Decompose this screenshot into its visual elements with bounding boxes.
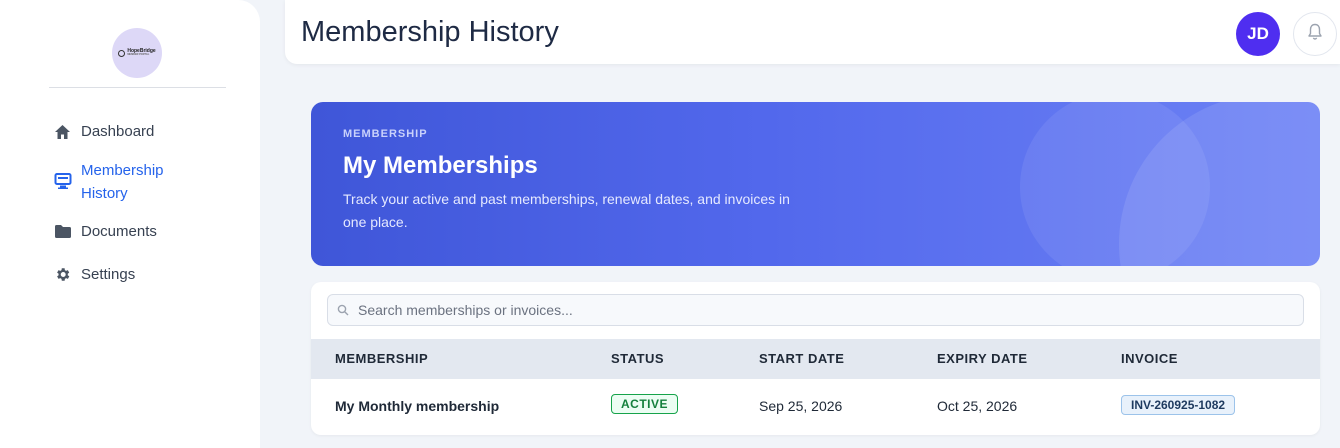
search-box — [327, 294, 1304, 326]
gear-icon — [53, 265, 72, 284]
membership-hero-banner: MEMBERSHIP My Memberships Track your act… — [311, 102, 1320, 266]
column-header-start-date[interactable]: START DATE — [759, 351, 844, 366]
search-icon — [328, 304, 358, 316]
sidebar-item-label: Settings — [81, 266, 136, 283]
status-badge: ACTIVE — [611, 394, 679, 414]
notifications-button[interactable] — [1293, 12, 1337, 56]
sidebar-divider — [49, 87, 226, 88]
page-title: Membership History — [301, 16, 559, 48]
folder-icon — [53, 222, 72, 241]
home-icon — [53, 122, 72, 141]
sidebar-item-label: Documents — [81, 223, 157, 240]
column-header-invoice[interactable]: INVOICE — [1121, 351, 1178, 366]
start-date: Sep 25, 2026 — [759, 398, 843, 414]
top-header: Membership History JD — [285, 0, 1340, 64]
membership-name: My Monthly membership — [335, 398, 500, 414]
sidebar-item-dashboard[interactable]: Dashboard — [53, 120, 154, 143]
column-header-status[interactable]: STATUS — [611, 351, 664, 366]
monitor-icon — [53, 171, 72, 190]
table-header: MEMBERSHIP STATUS START DATE EXPIRY DATE… — [311, 339, 1320, 379]
column-header-membership[interactable]: MEMBERSHIP — [335, 351, 428, 366]
logo-tagline: MEMBER PORTAL — [127, 53, 150, 57]
invoice-link[interactable]: INV-260925-1082 — [1121, 395, 1236, 415]
column-header-expiry-date[interactable]: EXPIRY DATE — [937, 351, 1028, 366]
logo-mark-icon — [118, 49, 126, 57]
search-input[interactable] — [358, 302, 1278, 318]
hero-eyebrow: MEMBERSHIP — [343, 128, 428, 140]
bell-icon — [1307, 23, 1323, 46]
table-row[interactable]: My Monthly membership ACTIVE Sep 25, 202… — [311, 379, 1320, 435]
hero-description: Track your active and past memberships, … — [343, 191, 790, 230]
sidebar-item-documents[interactable]: Documents — [53, 220, 157, 243]
avatar[interactable]: JD — [1236, 12, 1280, 56]
brand-logo[interactable]: HopeBridge MEMBER PORTAL — [112, 28, 162, 78]
sidebar-item-label: Membership History — [81, 162, 164, 202]
expiry-date: Oct 25, 2026 — [937, 398, 1018, 414]
sidebar: HopeBridge MEMBER PORTAL Dashboard Membe… — [0, 0, 260, 448]
sidebar-item-membership-history[interactable]: Membership History — [53, 159, 164, 205]
hero-title: My Memberships — [343, 152, 538, 179]
sidebar-item-settings[interactable]: Settings — [53, 263, 135, 286]
memberships-table-card: MEMBERSHIP STATUS START DATE EXPIRY DATE… — [311, 282, 1320, 435]
sidebar-item-label: Dashboard — [81, 123, 155, 140]
